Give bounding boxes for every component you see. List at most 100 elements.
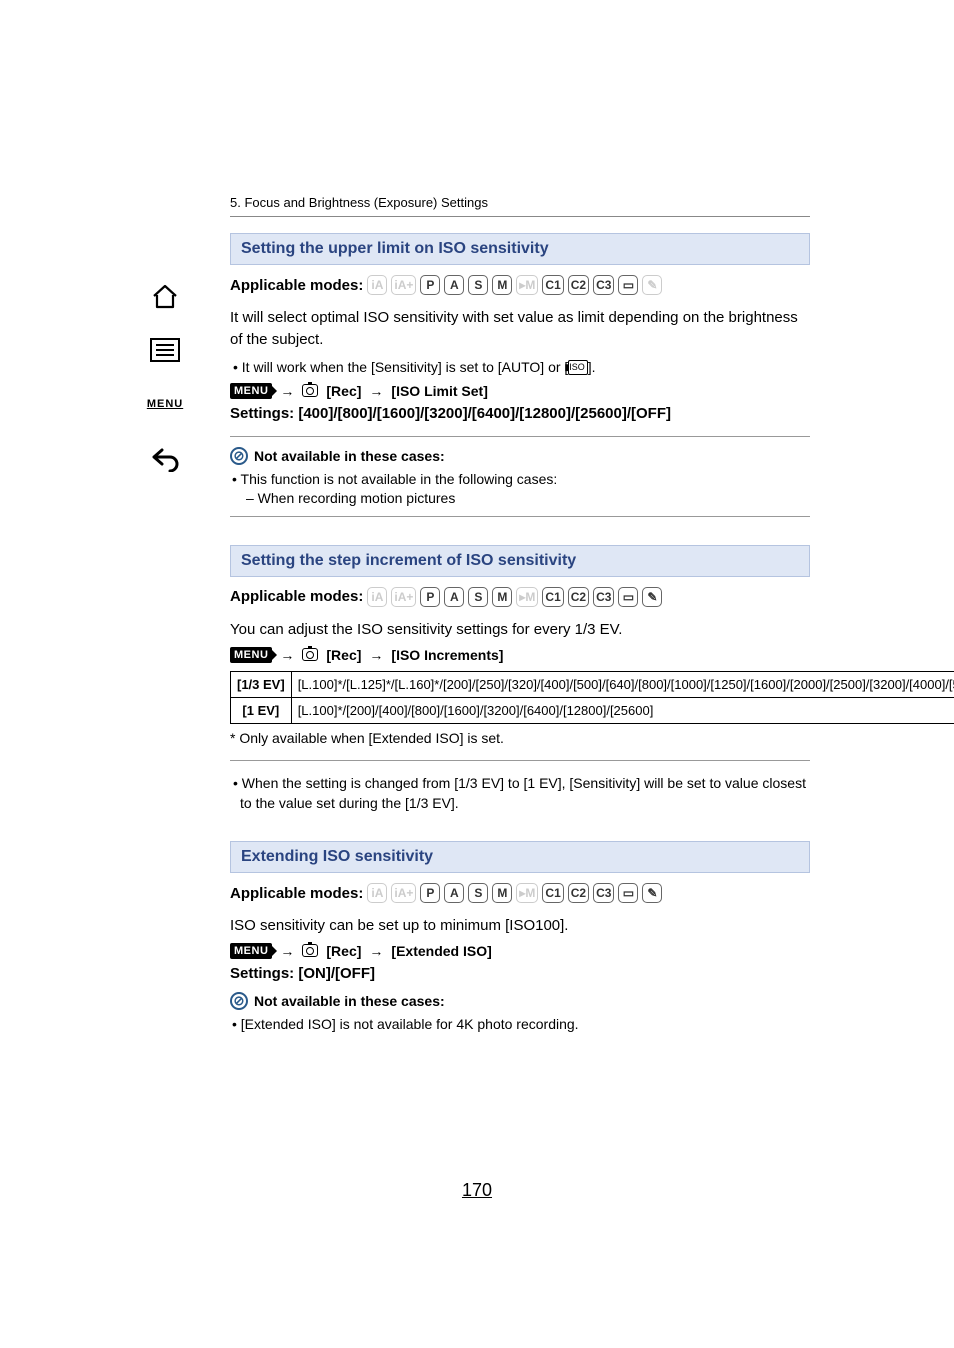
menu-label-icon[interactable]: MENU xyxy=(147,388,183,420)
home-icon[interactable] xyxy=(147,280,183,312)
note-title-text: Not available in these cases: xyxy=(254,993,445,1009)
table-row-head: [1 EV] xyxy=(231,697,292,723)
mode-a-icon: A xyxy=(444,883,464,903)
applicable-modes-label: Applicable modes: xyxy=(230,885,363,902)
iso-auto-icon: ▮ISO xyxy=(568,360,587,375)
arrow-icon: → xyxy=(369,943,383,959)
back-icon[interactable] xyxy=(147,442,183,474)
mode-palette-icon: ✎ xyxy=(642,883,662,903)
mode-c2-icon: C2 xyxy=(568,883,589,903)
camera-icon xyxy=(302,384,318,397)
table-row: [1/3 EV] [L.100]*/[L.125]*/[L.160]*/[200… xyxy=(231,671,954,697)
mode-c3-icon: C3 xyxy=(593,883,614,903)
extended-iso-footnote: * Only available when [Extended ISO] is … xyxy=(230,730,810,746)
page-number[interactable]: 170 xyxy=(0,1180,954,1201)
mode-scn-icon: ▭ xyxy=(618,275,638,295)
breadcrumb: 5. Focus and Brightness (Exposure) Setti… xyxy=(230,195,810,217)
mode-a-icon: A xyxy=(444,587,464,607)
mode-palette-icon: ✎ xyxy=(642,587,662,607)
table-row-values: [L.100]*/[L.125]*/[L.160]*/[200]/[250]/[… xyxy=(291,671,954,697)
table-row: [1 EV] [L.100]*/[200]/[400]/[800]/[1600]… xyxy=(231,697,954,723)
menu-item-label: [ISO Increments] xyxy=(391,647,503,663)
note-body-text: • [Extended ISO] is not available for 4K… xyxy=(230,1014,810,1035)
applicable-modes-row-3: Applicable modes: iA iA+ P A S M ▸M C1 C… xyxy=(230,883,810,903)
not-available-icon: ⊘ xyxy=(230,447,248,465)
mode-movie-icon: ▸M xyxy=(516,275,538,295)
iso-limit-settings: Settings: [400]/[800]/[1600]/[3200]/[640… xyxy=(230,405,810,422)
note-sublist-item: – When recording motion pictures xyxy=(230,490,810,506)
mode-movie-icon: ▸M xyxy=(516,587,538,607)
applicable-modes-label: Applicable modes: xyxy=(230,277,363,294)
table-row-values: [L.100]*/[200]/[400]/[800]/[1600]/[3200]… xyxy=(291,697,954,723)
mode-c2-icon: C2 xyxy=(568,275,589,295)
section-header-extended-iso: Extending ISO sensitivity xyxy=(230,841,810,873)
applicable-modes-label: Applicable modes: xyxy=(230,588,363,605)
iso-limit-condition-prefix: • It will work when the [Sensitivity] is… xyxy=(233,359,568,375)
mode-c1-icon: C1 xyxy=(542,275,563,295)
camera-icon xyxy=(302,944,318,957)
table-row-head: [1/3 EV] xyxy=(231,671,292,697)
mode-scn-icon: ▭ xyxy=(618,883,638,903)
menu-badge-icon: MENU xyxy=(230,383,272,399)
mode-s-icon: S xyxy=(468,883,488,903)
mode-p-icon: P xyxy=(420,883,440,903)
mode-ia-icon: iA xyxy=(367,587,387,607)
menu-rec-label: [Rec] xyxy=(326,943,361,959)
mode-c1-icon: C1 xyxy=(542,883,563,903)
arrow-icon: → xyxy=(280,647,294,663)
section-header-iso-limit: Setting the upper limit on ISO sensitivi… xyxy=(230,233,810,265)
iso-increments-description: You can adjust the ISO sensitivity setti… xyxy=(230,619,810,641)
not-available-icon: ⊘ xyxy=(230,992,248,1010)
mode-iap-icon: iA+ xyxy=(391,883,416,903)
iso-increments-table: [1/3 EV] [L.100]*/[L.125]*/[L.160]*/[200… xyxy=(230,671,954,724)
camera-icon xyxy=(302,648,318,661)
iso-limit-condition-suffix: ]. xyxy=(588,359,596,375)
iso-increments-note: • When the setting is changed from [1/3 … xyxy=(230,760,810,814)
mode-c1-icon: C1 xyxy=(542,587,563,607)
mode-a-icon: A xyxy=(444,275,464,295)
extended-iso-description: ISO sensitivity can be set up to minimum… xyxy=(230,915,810,937)
sidebar-nav: MENU xyxy=(140,280,190,474)
mode-m-icon: M xyxy=(492,587,512,607)
note-body-text: • This function is not available in the … xyxy=(230,469,810,490)
menu-badge-icon: MENU xyxy=(230,943,272,959)
menu-path-iso-increments: MENU → [Rec] → [ISO Increments] xyxy=(230,647,810,663)
mode-iap-icon: iA+ xyxy=(391,587,416,607)
mode-ia-icon: iA xyxy=(367,275,387,295)
menu-badge-icon: MENU xyxy=(230,647,272,663)
mode-p-icon: P xyxy=(420,275,440,295)
mode-movie-icon: ▸M xyxy=(516,883,538,903)
mode-c3-icon: C3 xyxy=(593,587,614,607)
mode-m-icon: M xyxy=(492,883,512,903)
menu-rec-label: [Rec] xyxy=(326,383,361,399)
mode-scn-icon: ▭ xyxy=(618,587,638,607)
arrow-icon: → xyxy=(369,383,383,399)
mode-s-icon: S xyxy=(468,275,488,295)
mode-s-icon: S xyxy=(468,587,488,607)
applicable-modes-row-1: Applicable modes: iA iA+ P A S M ▸M C1 C… xyxy=(230,275,810,295)
mode-c2-icon: C2 xyxy=(568,587,589,607)
extended-iso-settings: Settings: [ON]/[OFF] xyxy=(230,965,810,982)
menu-path-iso-limit: MENU → [Rec] → [ISO Limit Set] xyxy=(230,383,810,399)
arrow-icon: → xyxy=(280,383,294,399)
page-content: 5. Focus and Brightness (Exposure) Setti… xyxy=(230,195,810,1055)
toc-icon[interactable] xyxy=(147,334,183,366)
applicable-modes-row-2: Applicable modes: iA iA+ P A S M ▸M C1 C… xyxy=(230,587,810,607)
menu-rec-label: [Rec] xyxy=(326,647,361,663)
note-box-extended-iso: ⊘ Not available in these cases: • [Exten… xyxy=(230,992,810,1035)
mode-ia-icon: iA xyxy=(367,883,387,903)
menu-path-extended-iso: MENU → [Rec] → [Extended ISO] xyxy=(230,943,810,959)
arrow-icon: → xyxy=(369,647,383,663)
mode-m-icon: M xyxy=(492,275,512,295)
iso-limit-description: It will select optimal ISO sensitivity w… xyxy=(230,307,810,351)
note-title-text: Not available in these cases: xyxy=(254,448,445,464)
mode-iap-icon: iA+ xyxy=(391,275,416,295)
iso-limit-condition: • It will work when the [Sensitivity] is… xyxy=(230,357,810,377)
mode-palette-icon: ✎ xyxy=(642,275,662,295)
mode-p-icon: P xyxy=(420,587,440,607)
mode-c3-icon: C3 xyxy=(593,275,614,295)
section-header-iso-increments: Setting the step increment of ISO sensit… xyxy=(230,545,810,577)
menu-item-label: [Extended ISO] xyxy=(391,943,491,959)
arrow-icon: → xyxy=(280,943,294,959)
note-box-iso-limit: ⊘ Not available in these cases: • This f… xyxy=(230,436,810,517)
